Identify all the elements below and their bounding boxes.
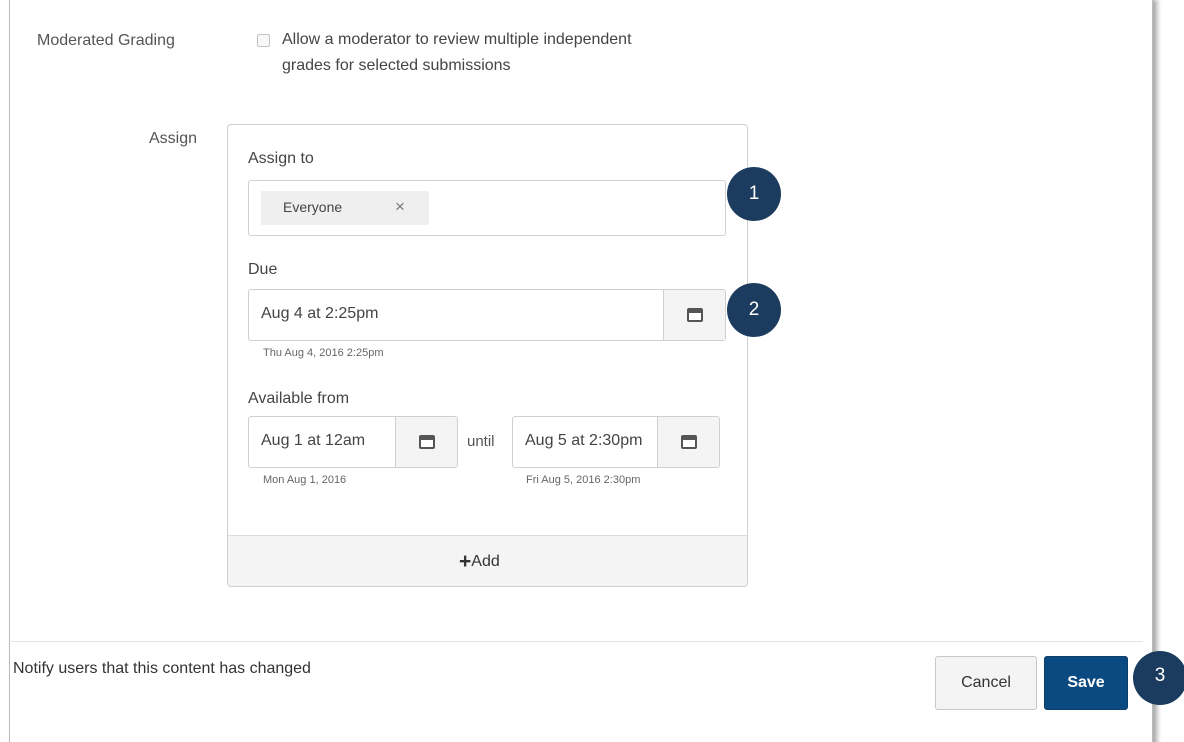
due-calendar-button[interactable] (663, 290, 725, 340)
calendar-icon (680, 435, 697, 449)
until-label: until (467, 433, 495, 450)
add-button-label: Add (471, 553, 500, 570)
moderated-grading-checkbox-label-line2: grades for selected submissions (282, 57, 511, 74)
cancel-button[interactable]: Cancel (935, 656, 1037, 710)
callout-3: 3 (1133, 651, 1184, 705)
due-date-value: Aug 4 at 2:25pm (261, 305, 379, 322)
callout-1: 1 (727, 167, 781, 221)
available-from-input[interactable]: Aug 1 at 12am (248, 416, 458, 468)
due-date-helper: Thu Aug 4, 2016 2:25pm (263, 347, 384, 359)
assignee-token-everyone: Everyone × (261, 191, 429, 225)
plus-icon: + (459, 550, 472, 573)
close-icon[interactable]: × (395, 197, 405, 217)
assign-card: Assign to Everyone × Due Aug 4 at 2:25pm… (227, 124, 748, 587)
available-from-helper: Mon Aug 1, 2016 (263, 474, 347, 486)
until-date-value: Aug 5 at 2:30pm (525, 432, 643, 449)
token-label: Everyone (283, 199, 343, 215)
until-date-input[interactable]: Aug 5 at 2:30pm (512, 416, 720, 468)
available-from-label: Available from (248, 390, 350, 407)
add-button[interactable]: +Add (459, 550, 500, 574)
due-date-input[interactable]: Aug 4 at 2:25pm (248, 289, 726, 341)
assign-to-field[interactable]: Everyone × (248, 180, 726, 236)
add-assignment-area: +Add (228, 535, 747, 586)
save-button[interactable]: Save (1044, 656, 1128, 710)
assign-to-label: Assign to (248, 150, 314, 167)
moderated-grading-checkbox-label-line1: Allow a moderator to review multiple ind… (282, 31, 632, 48)
available-from-value: Aug 1 at 12am (261, 432, 366, 449)
callout-2: 2 (727, 283, 781, 337)
calendar-icon (418, 435, 435, 449)
due-label: Due (248, 261, 278, 278)
available-from-calendar-button[interactable] (395, 417, 457, 467)
moderated-grading-checkbox[interactable] (257, 34, 270, 47)
assign-label: Assign (149, 130, 198, 147)
footer-divider (11, 641, 1143, 642)
assignment-settings-panel: Moderated Grading Allow a moderator to r… (9, 0, 1153, 742)
calendar-icon (686, 308, 703, 322)
stage: Moderated Grading Allow a moderator to r… (0, 0, 1184, 742)
until-date-helper: Fri Aug 5, 2016 2:30pm (526, 474, 641, 486)
moderated-grading-label: Moderated Grading (37, 32, 175, 49)
until-calendar-button[interactable] (657, 417, 719, 467)
notify-users-label: Notify users that this content has chang… (13, 660, 311, 677)
